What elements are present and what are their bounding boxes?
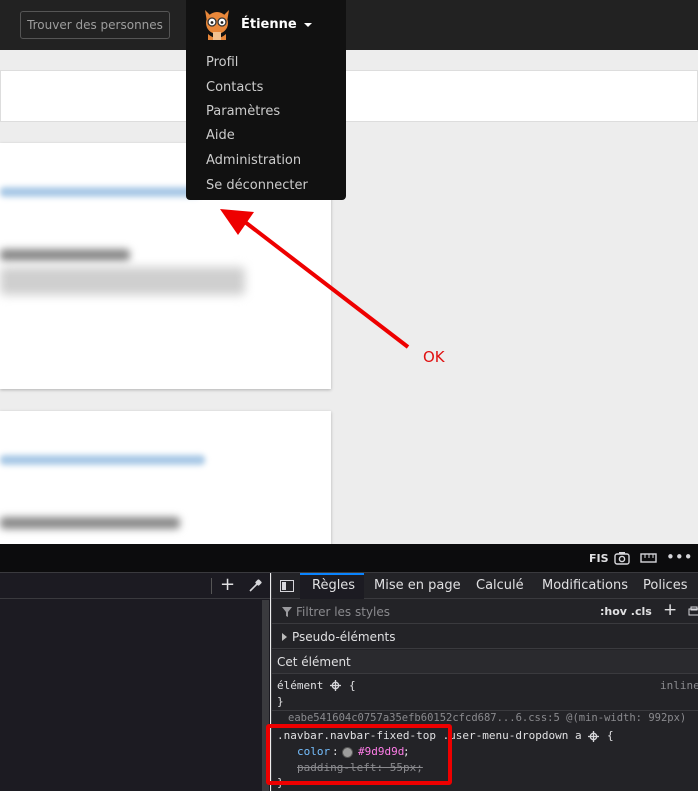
- blurred-title: [0, 249, 130, 261]
- filter-styles-input[interactable]: Filtrer les styles: [296, 605, 390, 619]
- user-dropdown-menu: Profil Contacts Paramètres Aide Administ…: [186, 50, 346, 200]
- find-people-button[interactable]: Trouver des personnes: [20, 11, 170, 39]
- filter-icon: [282, 607, 292, 617]
- blurred-text: [0, 267, 245, 295]
- navbar: Trouver des personnes Étienne: [0, 0, 698, 50]
- devtools-toolbar: FIS •••: [0, 544, 698, 573]
- pseudo-elements-row[interactable]: Pseudo-éléments: [272, 625, 698, 649]
- ruler-icon[interactable]: [640, 552, 657, 564]
- caret-down-icon: [304, 23, 312, 27]
- this-element-label: Cet élément: [277, 655, 351, 669]
- toggle-sidebar-icon[interactable]: [280, 580, 294, 592]
- element-selector: élément: [277, 679, 324, 692]
- eyedropper-icon[interactable]: [248, 579, 262, 593]
- content-bar: [0, 70, 698, 122]
- element-source: inline: [660, 679, 698, 692]
- tab-modifications[interactable]: Modifications: [542, 573, 628, 599]
- menu-item-parametres[interactable]: Paramètres: [206, 103, 280, 120]
- tab-regles-label: Règles: [312, 578, 356, 593]
- add-node-icon[interactable]: +: [220, 574, 235, 595]
- menu-item-deconnecter[interactable]: Se déconnecter: [206, 177, 308, 194]
- user-menu-toggle[interactable]: Étienne: [186, 0, 346, 50]
- inspector-toolbar: +: [0, 573, 270, 599]
- menu-item-aide[interactable]: Aide: [206, 127, 235, 144]
- this-element-header: Cet élément: [272, 650, 698, 674]
- annotation-highlight-box: [266, 724, 452, 785]
- expand-arrow-icon: [282, 633, 287, 641]
- screenshot-icon[interactable]: [614, 551, 630, 566]
- more-options-icon[interactable]: •••: [666, 548, 693, 566]
- devtools-inspector-pane: +: [0, 573, 270, 791]
- tab-mise-en-page[interactable]: Mise en page: [374, 573, 461, 599]
- tab-polices[interactable]: Polices: [643, 573, 687, 599]
- annotation-label: OK: [423, 348, 445, 366]
- element-open-brace: {: [349, 679, 356, 692]
- pseudo-elements-label: Pseudo-éléments: [292, 630, 396, 644]
- menu-item-administration[interactable]: Administration: [206, 152, 301, 169]
- cat-avatar-icon: [205, 10, 229, 40]
- element-rule: élément { inline }: [272, 675, 698, 711]
- filter-row: Filtrer les styles :hov .cls +: [272, 600, 698, 624]
- hov-cls-toggle[interactable]: :hov .cls: [600, 605, 652, 618]
- element-close-brace: }: [277, 695, 284, 708]
- rules-tabs-row: Règles Mise en page Calculé Modification…: [272, 573, 698, 599]
- gear-icon[interactable]: [330, 680, 341, 691]
- menu-item-contacts[interactable]: Contacts: [206, 79, 263, 96]
- tab-calcule[interactable]: Calculé: [476, 573, 524, 599]
- blurred-title-2: [0, 517, 180, 529]
- menu-item-profil[interactable]: Profil: [206, 54, 238, 71]
- gear-icon[interactable]: [588, 731, 599, 742]
- rule-open-brace: {: [607, 729, 614, 742]
- blurred-link-2: [0, 455, 205, 465]
- toolbar-separator: [211, 578, 212, 594]
- rule-source[interactable]: eabe541604c0757a35efb60152cfcd687...6.cs…: [288, 712, 686, 724]
- post-card-2: [0, 411, 331, 551]
- print-media-icon[interactable]: [688, 606, 698, 618]
- new-rule-icon[interactable]: +: [663, 600, 677, 620]
- toolbar-label: FIS: [589, 552, 609, 565]
- user-name: Étienne: [241, 17, 297, 32]
- blurred-link: [0, 187, 200, 197]
